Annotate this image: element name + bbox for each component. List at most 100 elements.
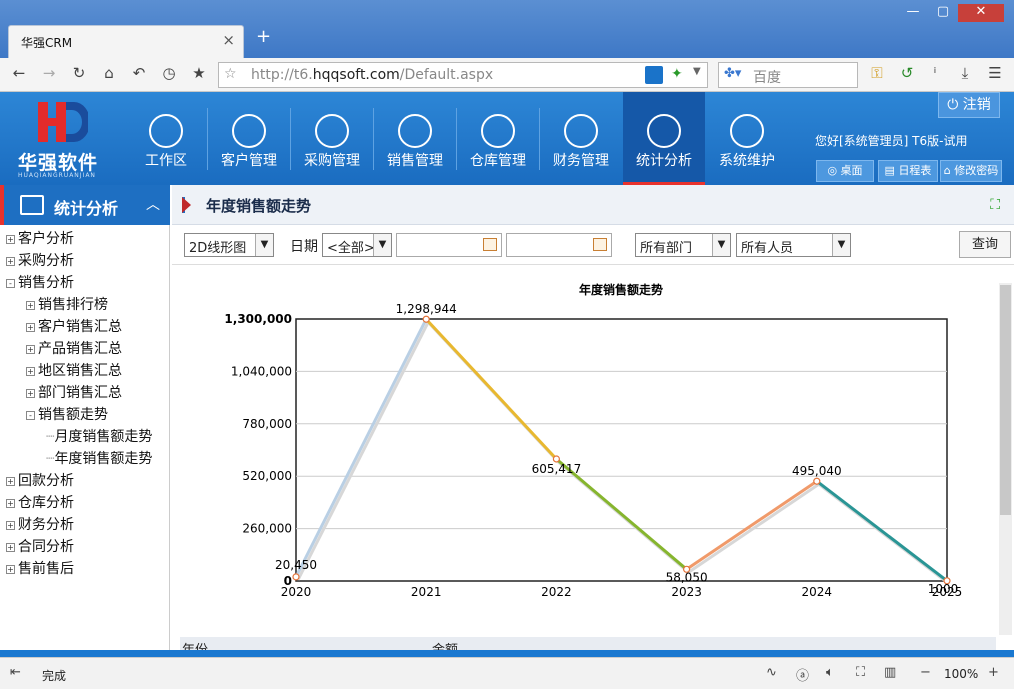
- zoom-out-icon[interactable]: −: [920, 665, 931, 680]
- sidebar-item[interactable]: + 回款分析: [6, 470, 74, 490]
- chart-scrollbar[interactable]: [999, 283, 1012, 635]
- sidebar-item[interactable]: - 销售分析: [6, 272, 74, 292]
- compat-icon[interactable]: ✦: [671, 66, 683, 82]
- search-input[interactable]: 百度: [753, 67, 781, 87]
- key-icon[interactable]: ⚿: [866, 64, 888, 86]
- sidebar-item[interactable]: ┈月度销售额走势: [46, 426, 152, 446]
- browser-navbar: ← → ↻ ⌂ ↶ ◷ ★ ☆ http://t6.hqqsoft.com/De…: [0, 58, 1014, 92]
- desktop-button[interactable]: ◎ 桌面: [816, 160, 874, 182]
- notify-icon[interactable]: ⁱ: [924, 64, 946, 86]
- zoom-in-icon[interactable]: +: [988, 665, 999, 680]
- main-pane: 年度销售额走势 ⛶ 2D线形图 ▼ 日期 <全部> ▼ 所有部门 ▼ 所有人员 ▼ 查询…: [172, 185, 1014, 650]
- sidebar-item[interactable]: + 地区销售汇总: [26, 360, 122, 380]
- change-password-button[interactable]: ⌂ 修改密码: [940, 160, 1002, 182]
- expand-icon[interactable]: +: [26, 389, 35, 398]
- download-icon[interactable]: ⤓: [954, 64, 976, 86]
- bookmark-star-icon[interactable]: ★: [188, 64, 210, 86]
- undo-icon[interactable]: ↶: [128, 64, 150, 86]
- start-date-input[interactable]: [396, 233, 502, 257]
- expand-icon[interactable]: +: [26, 323, 35, 332]
- sidebar-item[interactable]: + 财务分析: [6, 514, 74, 534]
- window-close-icon[interactable]: ✕: [958, 4, 1004, 22]
- split-view-icon[interactable]: ▥: [884, 665, 896, 680]
- menu-purchase[interactable]: 采购管理: [291, 92, 373, 185]
- sidebar-item[interactable]: + 产品销售汇总: [26, 338, 122, 358]
- staff-select[interactable]: 所有人员 ▼: [736, 233, 851, 257]
- data-label: 605,417: [532, 462, 582, 476]
- screenshot-icon[interactable]: ⛶: [856, 665, 865, 680]
- calendar-button[interactable]: ▤ 日程表: [878, 160, 938, 182]
- speed-icon[interactable]: [645, 66, 663, 84]
- sidebar-item[interactable]: + 销售排行榜: [26, 294, 108, 314]
- favorite-icon[interactable]: ☆: [224, 66, 237, 82]
- chevron-up-icon[interactable]: ︿: [146, 194, 160, 214]
- expand-icon[interactable]: +: [6, 257, 15, 266]
- volume-icon[interactable]: 🔈︎: [826, 665, 834, 680]
- sidebar-item-label: 销售分析: [18, 275, 74, 291]
- expand-icon[interactable]: +: [26, 301, 35, 310]
- minimize-icon[interactable]: —: [898, 4, 928, 22]
- sidebar-item-label: 售前售后: [18, 561, 74, 577]
- chart-type-select[interactable]: 2D线形图 ▼: [184, 233, 274, 257]
- expand-icon[interactable]: +: [6, 565, 15, 574]
- forward-icon[interactable]: →: [38, 64, 60, 86]
- collapse-icon[interactable]: -: [6, 279, 15, 288]
- browser-tab[interactable]: 华强CRM ×: [8, 25, 244, 58]
- search-box[interactable]: ✤▾ 百度: [718, 62, 858, 88]
- chart-title: 年度销售额走势: [579, 282, 663, 297]
- plot-frame: [295, 318, 948, 582]
- menu-icon[interactable]: ☰: [984, 64, 1006, 86]
- series-segment: [294, 318, 428, 578]
- department-select[interactable]: 所有部门 ▼: [635, 233, 731, 257]
- menu-workspace[interactable]: 工作区: [125, 92, 207, 185]
- fullscreen-icon[interactable]: ⛶: [990, 197, 1000, 213]
- address-bar[interactable]: ☆ http://t6.hqqsoft.com/Default.aspx ✦ ▼: [218, 62, 708, 88]
- query-button[interactable]: 查询: [959, 231, 1011, 258]
- sidebar-item[interactable]: + 客户销售汇总: [26, 316, 122, 336]
- sidebar-item[interactable]: - 销售额走势: [26, 404, 108, 424]
- sidebar-item[interactable]: + 售前售后: [6, 558, 74, 578]
- expand-icon[interactable]: +: [6, 499, 15, 508]
- yen-icon: [564, 114, 598, 148]
- adblock-icon[interactable]: ⓐ: [796, 665, 809, 684]
- sidebar-toggle-icon[interactable]: ⇤: [10, 665, 21, 680]
- new-tab-icon[interactable]: +: [256, 26, 271, 47]
- paw-icon[interactable]: ✤▾: [724, 66, 741, 81]
- refresh-green-icon[interactable]: ↺: [896, 64, 918, 86]
- maximize-icon[interactable]: ▢: [928, 4, 958, 22]
- logo-subtext: HUAQIANGRUANJIAN: [18, 172, 96, 179]
- sidebar-item[interactable]: + 合同分析: [6, 536, 74, 556]
- history-icon[interactable]: ◷: [158, 64, 180, 86]
- expand-icon[interactable]: +: [26, 345, 35, 354]
- expand-icon[interactable]: +: [6, 543, 15, 552]
- date-range-select[interactable]: <全部> ▼: [322, 233, 392, 257]
- sidebar-item[interactable]: + 客户分析: [6, 228, 74, 248]
- reload-icon[interactable]: ↻: [68, 64, 90, 86]
- menu-sales[interactable]: 销售管理: [374, 92, 456, 185]
- calendar-icon[interactable]: [483, 238, 497, 251]
- expand-icon[interactable]: +: [6, 477, 15, 486]
- y-ticks: 0260,000520,000780,0001,040,0001,300,000: [224, 312, 292, 588]
- home-icon[interactable]: ⌂: [98, 64, 120, 86]
- sidebar-item[interactable]: ┈年度销售额走势: [46, 448, 152, 468]
- expand-icon[interactable]: +: [6, 235, 15, 244]
- end-date-input[interactable]: [506, 233, 612, 257]
- collapse-icon[interactable]: -: [26, 411, 35, 420]
- expand-icon[interactable]: +: [6, 521, 15, 530]
- perf-icon[interactable]: ∿: [766, 665, 777, 680]
- menu-statistics[interactable]: 统计分析: [623, 92, 705, 185]
- expand-icon[interactable]: +: [26, 367, 35, 376]
- sidebar-header[interactable]: 统计分析 ︿: [0, 185, 170, 225]
- menu-customer[interactable]: 客户管理: [208, 92, 290, 185]
- calendar-icon[interactable]: [593, 238, 607, 251]
- menu-finance[interactable]: 财务管理: [540, 92, 622, 185]
- menu-warehouse[interactable]: 仓库管理: [457, 92, 539, 185]
- sidebar-item[interactable]: + 部门销售汇总: [26, 382, 122, 402]
- menu-system[interactable]: 系统维护: [706, 92, 788, 185]
- chevron-down-icon[interactable]: ▼: [693, 66, 701, 77]
- logout-button[interactable]: ⏻ 注销: [938, 92, 1000, 118]
- back-icon[interactable]: ←: [8, 64, 30, 86]
- sidebar-item[interactable]: + 采购分析: [6, 250, 74, 270]
- sidebar-item[interactable]: + 仓库分析: [6, 492, 74, 512]
- close-tab-icon[interactable]: ×: [222, 31, 235, 49]
